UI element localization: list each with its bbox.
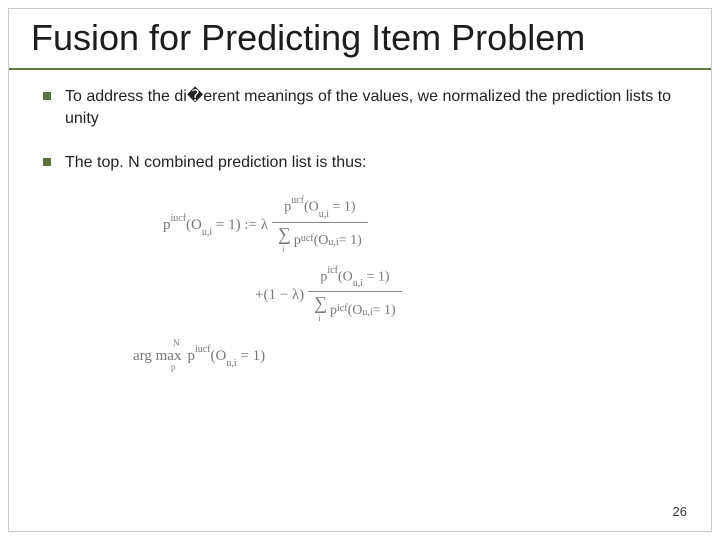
fraction-1: pucf(Ou,i = 1) ∑i pucf(Ou,i = 1)	[272, 195, 368, 256]
square-bullet-icon	[43, 92, 51, 100]
title-container: Fusion for Predicting Item Problem	[9, 9, 711, 70]
formula-row-1: piucf(Ou,i = 1) := λ pucf(Ou,i = 1) ∑i p…	[163, 195, 677, 256]
formula-row-2: +(1 − λ) picf(Ou,i = 1) ∑i picf(Ou,i = 1…	[255, 265, 677, 326]
bullet-text: The top. N combined prediction list is t…	[65, 152, 677, 174]
f3-body: piucf(Ou,i = 1)	[187, 344, 265, 369]
f2-pre: +(1 − λ)	[255, 284, 304, 307]
bullet-item: The top. N combined prediction list is t…	[43, 152, 677, 174]
square-bullet-icon	[43, 158, 51, 166]
formula-block: piucf(Ou,i = 1) := λ pucf(Ou,i = 1) ∑i p…	[163, 195, 677, 369]
frac2-den: ∑i picf(Ou,i = 1)	[308, 291, 402, 326]
page-number: 26	[673, 504, 687, 519]
formula-row-3: arg max N p piucf(Ou,i = 1)	[133, 344, 677, 369]
sigma-icon: ∑i	[278, 225, 294, 257]
frac1-den: ∑i pucf(Ou,i = 1)	[272, 222, 368, 257]
argmax: arg max N p	[133, 345, 181, 368]
frac2-num: picf(Ou,i = 1)	[314, 265, 395, 291]
bullet-item: To address the di�erent meanings of the …	[43, 86, 677, 129]
f1-lhs: piucf(Ou,i = 1) := λ	[163, 213, 268, 238]
slide-frame: Fusion for Predicting Item Problem To ad…	[8, 8, 712, 532]
fraction-2: picf(Ou,i = 1) ∑i picf(Ou,i = 1)	[308, 265, 402, 326]
bullet-text: To address the di�erent meanings of the …	[65, 86, 677, 129]
slide-body: To address the di�erent meanings of the …	[9, 70, 711, 369]
slide-title: Fusion for Predicting Item Problem	[31, 17, 689, 58]
frac1-num: pucf(Ou,i = 1)	[278, 195, 361, 221]
sigma-icon: ∑i	[314, 294, 330, 326]
